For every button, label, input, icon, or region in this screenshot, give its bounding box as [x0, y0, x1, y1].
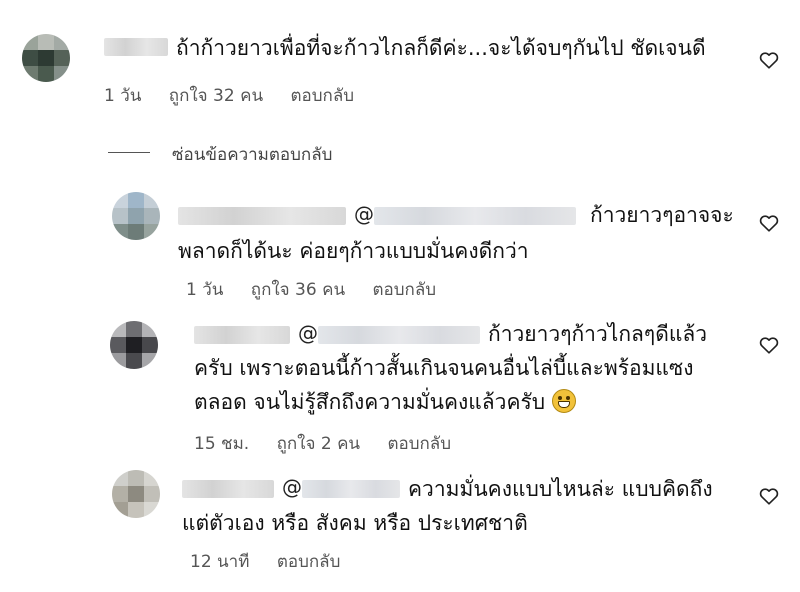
- avatar[interactable]: [110, 321, 158, 369]
- reply-time: 1 วัน: [186, 280, 224, 300]
- heart-outline-icon[interactable]: [758, 212, 780, 234]
- avatar[interactable]: [22, 34, 70, 82]
- comment-time: 1 วัน: [104, 86, 142, 106]
- reply-text-content: ตลอด จนไม่รู้สึกถึงความมั่นคงแล้วครับ: [194, 390, 546, 414]
- reply-text-line: ก้าวยาวๆก้าวไกลๆดีแล้ว: [488, 322, 708, 346]
- avatar[interactable]: [112, 470, 160, 518]
- username-blurred[interactable]: [104, 38, 168, 56]
- reply-text-line: ตลอด จนไม่รู้สึกถึงความมั่นคงแล้วครับ: [194, 386, 576, 418]
- reply-button[interactable]: ตอบกลับ: [387, 434, 451, 454]
- avatar[interactable]: [112, 192, 160, 240]
- reply-text-line: ความมั่นคงแบบไหนล่ะ แบบคิดถึง: [408, 477, 713, 501]
- reply-text-line: แต่ตัวเอง หรือ สังคม หรือ ประเทศชาติ: [182, 511, 528, 535]
- username-blurred[interactable]: [194, 326, 290, 344]
- reply-time: 15 ชม.: [194, 434, 250, 454]
- username-blurred[interactable]: [178, 207, 346, 225]
- username-blurred[interactable]: [182, 480, 274, 498]
- reply-text-line: พลาดก็ได้นะ ค่อยๆก้าวแบบมั่นคงดีกว่า: [178, 239, 529, 263]
- heart-outline-icon[interactable]: [758, 334, 780, 356]
- likes-count[interactable]: ถูกใจ 36 คน: [251, 280, 345, 300]
- reply-meta: 1 วัน ถูกใจ 36 คน ตอบกลับ: [186, 276, 458, 303]
- mention-symbol: @: [354, 202, 374, 226]
- reply-text-line: ก้าวยาวๆอาจจะ: [590, 203, 734, 227]
- mention-blurred[interactable]: [374, 207, 576, 225]
- divider-line: [108, 152, 150, 153]
- heart-outline-icon[interactable]: [758, 485, 780, 507]
- likes-count[interactable]: ถูกใจ 2 คน: [277, 434, 360, 454]
- comment-meta: 1 วัน ถูกใจ 32 คน ตอบกลับ: [104, 82, 376, 109]
- mention-symbol: @: [298, 321, 318, 345]
- reply-meta: 15 ชม. ถูกใจ 2 คน ตอบกลับ: [194, 430, 473, 457]
- reply-button[interactable]: ตอบกลับ: [372, 280, 436, 300]
- mention-blurred[interactable]: [302, 480, 400, 498]
- reply-meta: 12 นาที ตอบกลับ: [190, 548, 362, 575]
- comment-text-line: ถ้าก้าวยาวเพื่อที่จะก้าวไกลก็ดีค่ะ...จะไ…: [176, 36, 706, 60]
- heart-outline-icon[interactable]: [758, 49, 780, 71]
- grinning-face-emoji: [551, 389, 576, 413]
- mention-symbol: @: [282, 475, 302, 499]
- reply-button[interactable]: ตอบกลับ: [277, 552, 341, 572]
- hide-replies-button[interactable]: ซ่อนข้อความตอบกลับ: [172, 141, 332, 168]
- reply-time: 12 นาที: [190, 552, 250, 572]
- likes-count[interactable]: ถูกใจ 32 คน: [169, 86, 263, 106]
- reply-button[interactable]: ตอบกลับ: [290, 86, 354, 106]
- mention-blurred[interactable]: [318, 326, 480, 344]
- reply-text-line: ครับ เพราะตอนนี้ก้าวสั้นเกินจนคนอื่นไล่บ…: [194, 356, 694, 380]
